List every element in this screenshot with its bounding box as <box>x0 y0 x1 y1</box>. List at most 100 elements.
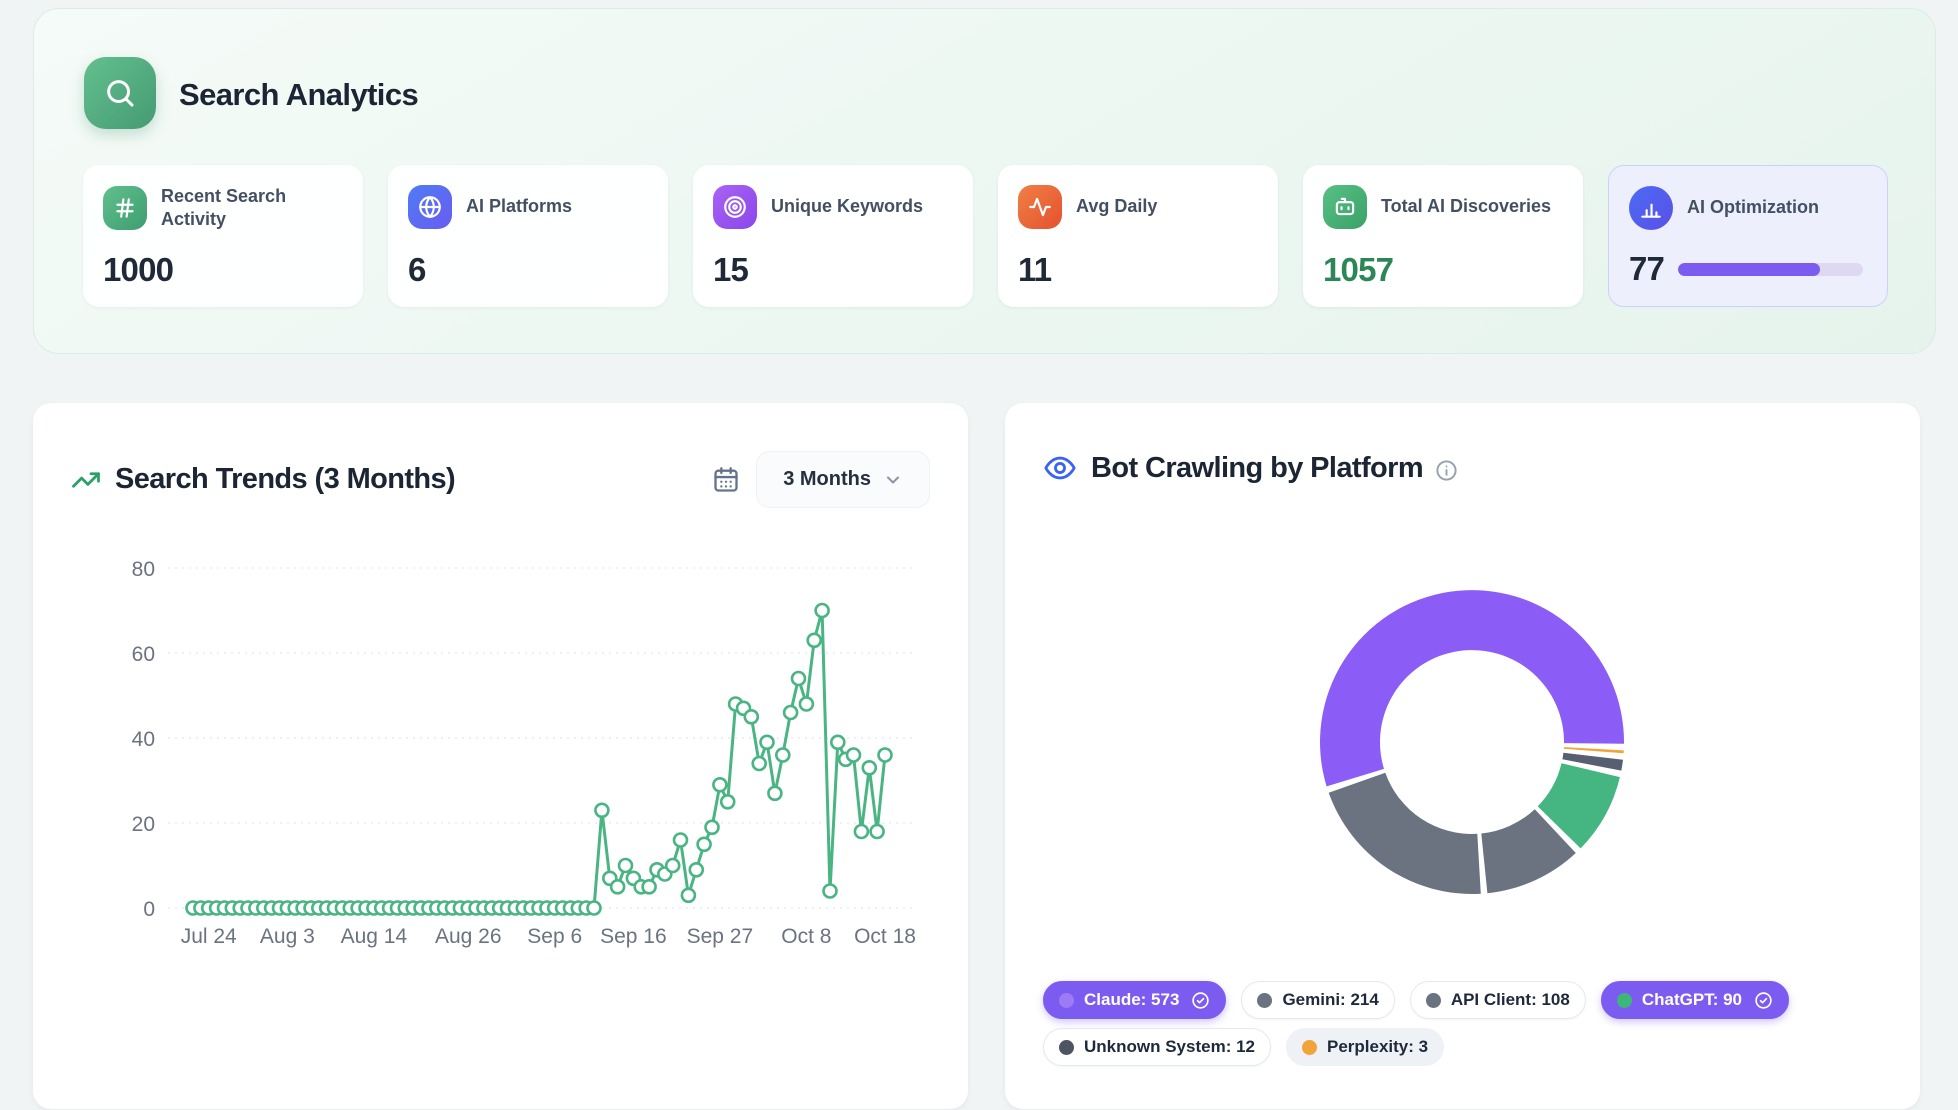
eye-icon <box>1043 451 1077 485</box>
legend-pill-api-client[interactable]: API Client: 108 <box>1410 981 1586 1019</box>
search-icon <box>84 57 156 129</box>
stat-value: 1000 <box>103 251 173 289</box>
info-icon[interactable] <box>1435 459 1458 482</box>
bar-chart-icon <box>1629 186 1673 230</box>
legend-label: API Client: 108 <box>1451 990 1570 1010</box>
data-point[interactable] <box>871 825 884 838</box>
stat-card-unique-keywords: Unique Keywords 15 <box>693 165 973 307</box>
data-point[interactable] <box>761 736 774 749</box>
stat-card-ai-platforms: AI Platforms6 <box>388 165 668 307</box>
hash-icon <box>103 186 147 230</box>
x-axis-label: Jul 24 <box>181 925 237 948</box>
data-point[interactable] <box>619 859 632 872</box>
y-axis-label: 80 <box>132 558 155 581</box>
data-point[interactable] <box>713 778 726 791</box>
donut-segment-perplexity[interactable] <box>1564 747 1624 753</box>
data-point[interactable] <box>808 634 821 647</box>
data-point[interactable] <box>643 880 656 893</box>
data-point[interactable] <box>831 736 844 749</box>
search-trends-title: Search Trends (3 Months) <box>115 463 455 496</box>
data-point[interactable] <box>753 757 766 770</box>
data-point[interactable] <box>879 749 892 762</box>
data-point[interactable] <box>824 885 837 898</box>
data-point[interactable] <box>776 749 789 762</box>
data-point[interactable] <box>816 604 829 617</box>
y-axis-label: 20 <box>132 813 155 836</box>
bot-crawling-card: Bot Crawling by Platform Claude: 573 Gemi… <box>1005 403 1920 1109</box>
data-point[interactable] <box>721 795 734 808</box>
data-point[interactable] <box>682 889 695 902</box>
period-select-button[interactable]: 3 Months <box>756 451 930 508</box>
legend-label: ChatGPT: 90 <box>1642 990 1742 1010</box>
legend-pill-unknown-system[interactable]: Unknown System: 12 <box>1043 1028 1271 1066</box>
data-point[interactable] <box>706 821 719 834</box>
y-axis-label: 60 <box>132 643 155 666</box>
legend-dot <box>1426 993 1441 1008</box>
legend-label: Gemini: 214 <box>1282 990 1378 1010</box>
circle-check-icon <box>1191 991 1210 1010</box>
legend-dot <box>1257 993 1272 1008</box>
data-point[interactable] <box>595 804 608 817</box>
data-point[interactable] <box>674 834 687 847</box>
data-point[interactable] <box>768 787 781 800</box>
bot-crawling-title: Bot Crawling by Platform <box>1091 452 1423 485</box>
globe-icon <box>408 185 452 229</box>
data-point[interactable] <box>847 749 860 762</box>
data-point[interactable] <box>588 902 601 915</box>
trending-up-icon <box>71 465 101 495</box>
legend-label: Perplexity: 3 <box>1327 1037 1428 1057</box>
data-point[interactable] <box>784 706 797 719</box>
calendar-icon <box>712 466 740 494</box>
legend-row: Unknown System: 12 Perplexity: 3 <box>1043 1028 1890 1066</box>
data-point[interactable] <box>800 698 813 711</box>
x-axis-label: Sep 6 <box>527 925 582 948</box>
data-point[interactable] <box>611 880 624 893</box>
legend-row: Claude: 573 Gemini: 214 API Client: 108 Cha… <box>1043 981 1890 1019</box>
y-axis-label: 40 <box>132 728 155 751</box>
circle-check-icon <box>1754 991 1773 1010</box>
x-axis-label: Aug 3 <box>260 925 315 948</box>
stat-label: Unique Keywords <box>771 195 923 218</box>
x-axis-label: Oct 8 <box>781 925 831 948</box>
donut-segment-gemini[interactable] <box>1329 773 1481 894</box>
x-axis-label: Aug 14 <box>341 925 408 948</box>
data-point[interactable] <box>698 838 711 851</box>
legend-pill-perplexity[interactable]: Perplexity: 3 <box>1286 1028 1444 1066</box>
y-axis-label: 0 <box>143 898 155 921</box>
x-axis-label: Oct 18 <box>854 925 916 948</box>
target-icon <box>713 185 757 229</box>
stat-card-ai-optimization[interactable]: AI Optimization 77 <box>1608 165 1888 307</box>
activity-icon <box>1018 185 1062 229</box>
period-select-label: 3 Months <box>783 468 871 491</box>
legend-pill-claude[interactable]: Claude: 573 <box>1043 981 1226 1019</box>
legend-label: Claude: 573 <box>1084 990 1179 1010</box>
search-trends-card: Search Trends (3 Months) 3 Months <box>33 403 968 1109</box>
stat-label: Avg Daily <box>1076 195 1157 218</box>
stat-card-recent-search-activity: Recent Search Activity 1000 <box>83 165 363 307</box>
stat-label: AI Platforms <box>466 195 572 218</box>
legend-pill-chatgpt[interactable]: ChatGPT: 90 <box>1601 981 1789 1019</box>
data-point[interactable] <box>855 825 868 838</box>
stat-value: 77 <box>1629 250 1664 288</box>
stat-value: 11 <box>1018 251 1051 289</box>
data-point[interactable] <box>690 863 703 876</box>
legend-dot <box>1617 993 1632 1008</box>
x-axis-label: Sep 16 <box>600 925 667 948</box>
data-point[interactable] <box>863 761 876 774</box>
chevron-down-icon <box>883 470 903 490</box>
ai-optimization-progress-fill <box>1678 263 1820 276</box>
data-point[interactable] <box>792 672 805 685</box>
page-title: Search Analytics <box>179 77 418 113</box>
data-point[interactable] <box>666 859 679 872</box>
stat-label: Total AI Discoveries <box>1381 195 1551 218</box>
stat-value: 15 <box>713 251 748 289</box>
legend-pill-gemini[interactable]: Gemini: 214 <box>1241 981 1394 1019</box>
stats-row: Recent Search Activity1000AI Platforms6U… <box>83 165 1888 307</box>
stat-label: Recent Search Activity <box>161 185 343 231</box>
platform-legend: Claude: 573 Gemini: 214 API Client: 108 Cha… <box>1043 981 1890 1075</box>
search-analytics-panel: Search Analytics Recent Search Activity 1… <box>33 8 1936 354</box>
stat-label: AI Optimization <box>1687 196 1819 219</box>
platform-donut-chart <box>1005 513 1920 963</box>
data-point[interactable] <box>745 710 758 723</box>
x-axis-label: Sep 27 <box>687 925 754 948</box>
